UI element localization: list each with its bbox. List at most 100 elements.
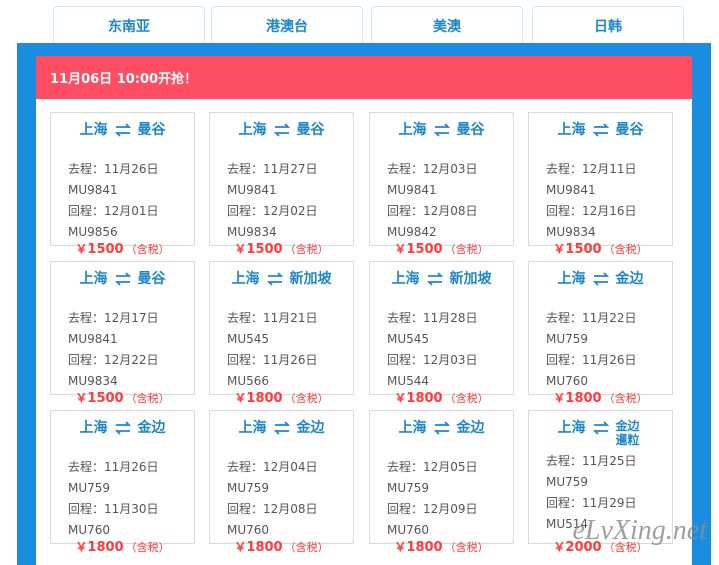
return-flight: MU9834 bbox=[227, 225, 277, 239]
depart-label: 去程： bbox=[227, 162, 264, 176]
currency-symbol: ￥ bbox=[75, 540, 88, 554]
flight-card[interactable]: 上海 曼谷 去程：11月26日 MU9841 回程：12月01日 MU9856 … bbox=[50, 112, 195, 257]
flight-card-grid: 上海 曼谷 去程：11月26日 MU9841 回程：12月01日 MU9856 … bbox=[50, 112, 678, 565]
currency-symbol: ￥ bbox=[553, 242, 566, 256]
flight-details: 去程：11月21日 MU545 回程：11月26日 MU566 bbox=[227, 308, 318, 392]
page-root: 东南亚 港澳台 美澳 日韩 11月06日 10:00开抢！ 上海 曼谷 去程：1… bbox=[0, 0, 719, 565]
flight-card[interactable]: 上海 金边 去程：12月05日 MU759 回程：12月09日 MU760 ￥1… bbox=[369, 410, 514, 555]
price-amount: 2000 bbox=[565, 540, 602, 555]
return-date: 12月03日 bbox=[423, 353, 478, 367]
swap-icon bbox=[114, 419, 132, 437]
return-flight: MU514 bbox=[546, 517, 589, 531]
depart-date: 11月26日 bbox=[104, 460, 159, 474]
price-tag: ￥1800 （含税） bbox=[529, 390, 672, 407]
return-date: 11月30日 bbox=[104, 502, 159, 516]
currency-symbol: ￥ bbox=[394, 391, 407, 405]
depart-label: 去程： bbox=[546, 454, 583, 468]
depart-label: 去程： bbox=[387, 311, 424, 325]
depart-flight: MU9841 bbox=[227, 183, 277, 197]
route-destination: 金边 bbox=[456, 420, 485, 436]
depart-date: 11月26日 bbox=[104, 162, 159, 176]
return-date: 11月26日 bbox=[582, 353, 637, 367]
depart-date: 12月03日 bbox=[423, 162, 478, 176]
route: 上海 金边 bbox=[370, 419, 513, 437]
currency-symbol: ￥ bbox=[75, 391, 88, 405]
depart-date: 11月25日 bbox=[582, 454, 637, 468]
depart-label: 去程： bbox=[546, 162, 583, 176]
flight-card[interactable]: 上海 金边 去程：12月04日 MU759 回程：12月08日 MU760 ￥1… bbox=[209, 410, 354, 555]
return-label: 回程： bbox=[227, 204, 264, 218]
return-flight: MU9856 bbox=[68, 225, 118, 239]
return-label: 回程： bbox=[387, 353, 424, 367]
price-amount: 1800 bbox=[246, 391, 283, 406]
price-tag: ￥1800 （含税） bbox=[210, 539, 353, 556]
return-date: 12月02日 bbox=[263, 204, 318, 218]
flight-details: 去程：11月26日 MU9841 回程：12月01日 MU9856 bbox=[68, 159, 159, 243]
flight-card[interactable]: 上海 曼谷 去程：11月27日 MU9841 回程：12月02日 MU9834 … bbox=[209, 112, 354, 257]
flight-card[interactable]: 上海 金边 去程：11月26日 MU759 回程：11月30日 MU760 ￥1… bbox=[50, 410, 195, 555]
return-label: 回程： bbox=[68, 204, 105, 218]
price-amount: 1500 bbox=[87, 242, 124, 257]
return-date: 12月22日 bbox=[104, 353, 159, 367]
flight-card[interactable]: 上海 新加坡 去程：11月21日 MU545 回程：11月26日 MU566 ￥… bbox=[209, 261, 354, 406]
flight-card[interactable]: 上海 曼谷 去程：12月03日 MU9841 回程：12月08日 MU9842 … bbox=[369, 112, 514, 257]
tax-note: （含税） bbox=[284, 243, 329, 256]
tab-hk-macau-taiwan[interactable]: 港澳台 bbox=[211, 6, 363, 44]
route: 上海 新加坡 bbox=[370, 270, 513, 288]
depart-flight: MU759 bbox=[387, 481, 430, 495]
swap-icon bbox=[273, 121, 291, 139]
flight-card[interactable]: 上海 金边 去程：11月22日 MU759 回程：11月26日 MU760 ￥1… bbox=[528, 261, 673, 406]
price-tag: ￥1500 （含税） bbox=[529, 241, 672, 258]
price-amount: 1500 bbox=[87, 391, 124, 406]
route-destination: 金边 bbox=[296, 420, 325, 436]
route: 上海 曼谷 bbox=[51, 121, 194, 139]
route-origin: 上海 bbox=[238, 122, 267, 138]
depart-flight: MU545 bbox=[387, 332, 430, 346]
route: 上海 曼谷 bbox=[51, 270, 194, 288]
route-origin: 上海 bbox=[79, 122, 108, 138]
return-flight: MU9834 bbox=[546, 225, 596, 239]
depart-date: 12月11日 bbox=[582, 162, 637, 176]
return-label: 回程： bbox=[387, 502, 424, 516]
flight-details: 去程：12月03日 MU9841 回程：12月08日 MU9842 bbox=[387, 159, 478, 243]
tax-note: （含税） bbox=[444, 243, 489, 256]
return-date: 12月09日 bbox=[423, 502, 478, 516]
currency-symbol: ￥ bbox=[553, 540, 566, 554]
flight-card[interactable]: 上海 金边暹粒 去程：11月25日 MU759 回程：11月29日 MU514 … bbox=[528, 410, 673, 555]
route-origin: 上海 bbox=[391, 271, 420, 287]
return-label: 回程： bbox=[387, 204, 424, 218]
route-origin: 上海 bbox=[398, 420, 427, 436]
tab-japan-korea[interactable]: 日韩 bbox=[532, 6, 684, 44]
return-flight: MU760 bbox=[387, 523, 430, 537]
return-flight: MU544 bbox=[387, 374, 430, 388]
tab-americas-australia[interactable]: 美澳 bbox=[371, 6, 523, 44]
currency-symbol: ￥ bbox=[394, 540, 407, 554]
depart-date: 12月17日 bbox=[104, 311, 159, 325]
swap-icon bbox=[592, 121, 610, 139]
route-destination: 金边 bbox=[615, 271, 644, 287]
route-destination: 新加坡 bbox=[289, 271, 332, 287]
depart-date: 11月21日 bbox=[263, 311, 318, 325]
return-date: 11月26日 bbox=[263, 353, 318, 367]
return-label: 回程： bbox=[546, 496, 583, 510]
return-flight: MU9842 bbox=[387, 225, 437, 239]
price-tag: ￥1800 （含税） bbox=[51, 539, 194, 556]
flight-card[interactable]: 上海 新加坡 去程：11月28日 MU545 回程：12月03日 MU544 ￥… bbox=[369, 261, 514, 406]
route-destination: 曼谷 bbox=[137, 271, 166, 287]
price-amount: 1800 bbox=[565, 391, 602, 406]
tab-southeast-asia[interactable]: 东南亚 bbox=[53, 6, 205, 44]
depart-flight: MU9841 bbox=[387, 183, 437, 197]
route-origin: 上海 bbox=[231, 271, 260, 287]
flight-card[interactable]: 上海 曼谷 去程：12月11日 MU9841 回程：12月16日 MU9834 … bbox=[528, 112, 673, 257]
price-amount: 1800 bbox=[406, 540, 443, 555]
flight-details: 去程：12月04日 MU759 回程：12月08日 MU760 bbox=[227, 457, 318, 541]
return-label: 回程： bbox=[227, 502, 264, 516]
depart-date: 11月22日 bbox=[582, 311, 637, 325]
flight-details: 去程：11月26日 MU759 回程：11月30日 MU760 bbox=[68, 457, 159, 541]
route: 上海 金边 bbox=[529, 270, 672, 288]
flight-card[interactable]: 上海 曼谷 去程：12月17日 MU9841 回程：12月22日 MU9834 … bbox=[50, 261, 195, 406]
flight-details: 去程：12月11日 MU9841 回程：12月16日 MU9834 bbox=[546, 159, 637, 243]
depart-flight: MU759 bbox=[546, 332, 589, 346]
depart-label: 去程： bbox=[387, 162, 424, 176]
return-flight: MU760 bbox=[227, 523, 270, 537]
